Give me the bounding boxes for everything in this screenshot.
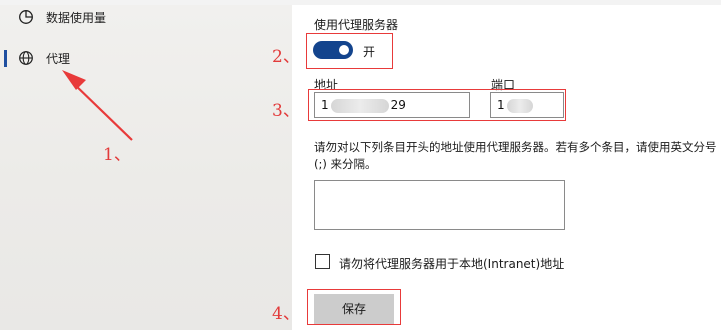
annotation-arrow xyxy=(62,70,133,141)
